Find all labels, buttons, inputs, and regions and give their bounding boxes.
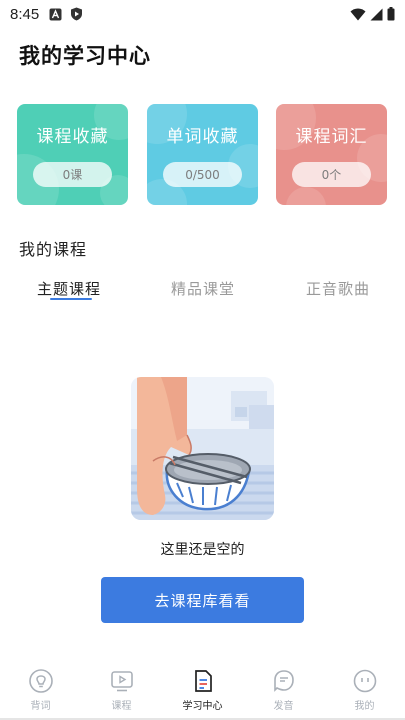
lightbulb-icon (28, 669, 53, 693)
nav-item-learning-center[interactable]: 学习中心 (162, 660, 243, 720)
nav-item-memorize-words[interactable]: 背词 (0, 660, 81, 720)
nav-item-profile[interactable]: 我的 (324, 660, 405, 720)
word-favorites-card[interactable]: 单词收藏 0/500 (147, 104, 258, 205)
tab-theme-courses[interactable]: 主题课程 (37, 278, 101, 299)
card-value: 0/500 (163, 162, 242, 187)
nav-label: 学习中心 (182, 701, 223, 712)
status-system-icons (350, 7, 395, 21)
status-time: 8:45 (10, 5, 40, 23)
course-tabs: 主题课程 精品课堂 正音歌曲 (0, 278, 405, 306)
nav-label: 我的 (354, 701, 375, 712)
a-badge-icon (49, 8, 62, 20)
empty-bowl-illustration (131, 377, 274, 520)
browse-course-library-button[interactable]: 去课程库看看 (101, 577, 304, 623)
speech-icon (273, 670, 294, 692)
nav-item-courses[interactable]: 课程 (81, 660, 162, 720)
smiley-icon (353, 669, 376, 693)
play-screen-icon (110, 671, 133, 692)
shield-play-icon (71, 7, 83, 21)
tab-pronunciation-songs[interactable]: 正音歌曲 (306, 278, 370, 299)
status-bar: 8:45 (0, 0, 405, 28)
active-tab-indicator (50, 298, 92, 300)
card-value: 0个 (292, 162, 371, 187)
signal-icon (370, 8, 383, 20)
nav-item-pronunciation[interactable]: 发音 (243, 660, 324, 720)
my-courses-heading: 我的课程 (19, 240, 88, 259)
document-icon (194, 670, 212, 692)
card-title: 单词收藏 (166, 127, 239, 147)
course-vocabulary-card[interactable]: 课程词汇 0个 (276, 104, 387, 205)
wifi-icon (350, 8, 366, 20)
empty-state-message: 这里还是空的 (160, 542, 245, 558)
course-favorites-card[interactable]: 课程收藏 0课 (17, 104, 128, 205)
card-title: 课程词汇 (295, 127, 368, 147)
nav-label: 背词 (30, 701, 51, 712)
nav-label: 发音 (273, 701, 294, 712)
nav-label: 课程 (111, 701, 132, 712)
bottom-navigation: 背词 课程 学习中心 发音 我的 (0, 660, 405, 720)
page-title: 我的学习中心 (19, 44, 151, 68)
status-notification-icons (49, 7, 83, 21)
tab-premium-classes[interactable]: 精品课堂 (171, 278, 235, 299)
stat-cards: 课程收藏 0课 单词收藏 0/500 课程词汇 0个 (17, 104, 388, 205)
card-value: 0课 (33, 162, 112, 187)
card-title: 课程收藏 (36, 127, 109, 147)
battery-icon (387, 7, 395, 21)
